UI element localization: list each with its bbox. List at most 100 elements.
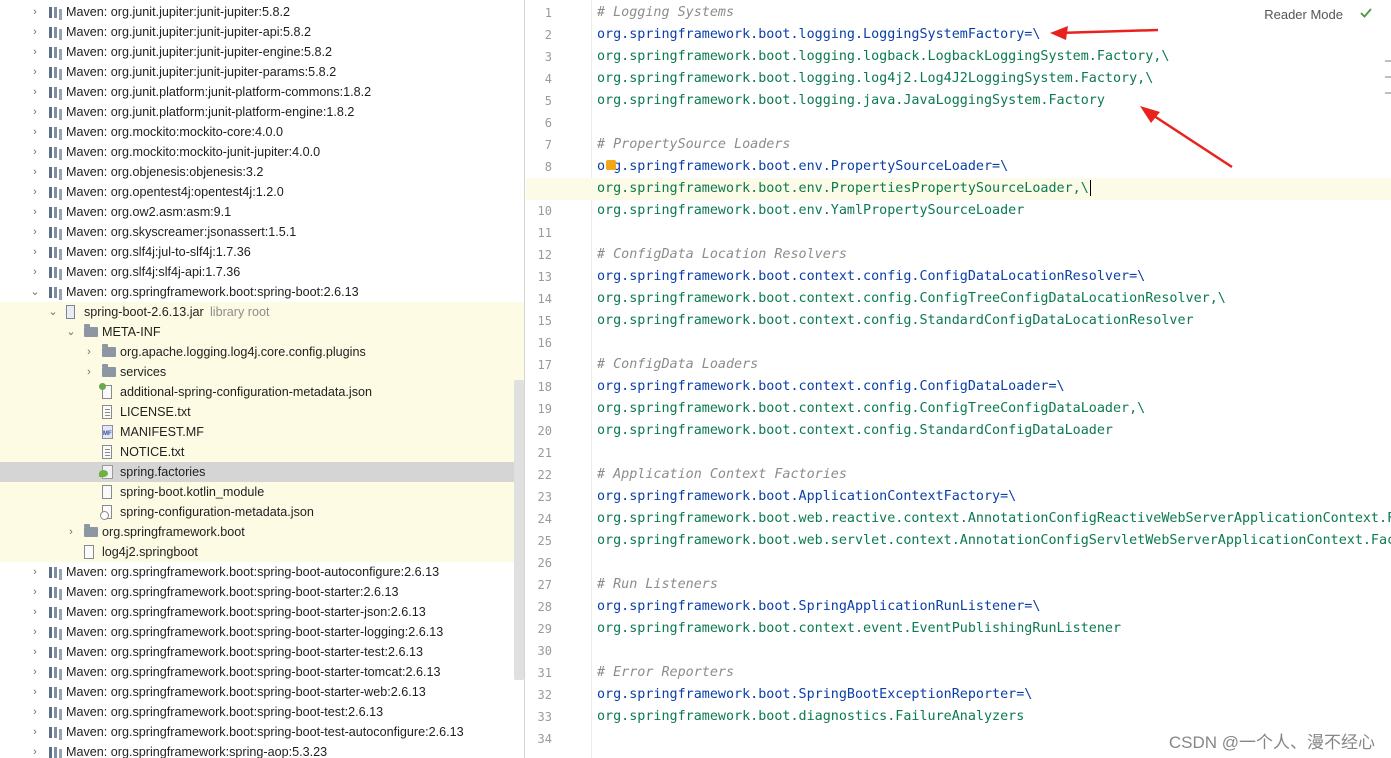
code-editor[interactable]: 1234567891011121314151617181920212223242…: [526, 0, 1391, 758]
chevron-right-icon[interactable]: ›: [30, 205, 40, 219]
code-line[interactable]: org.springframework.boot.diagnostics.Fai…: [526, 706, 1391, 728]
code-line[interactable]: # Run Listeners: [526, 574, 1391, 596]
tree-row[interactable]: › Maven: org.springframework.boot:spring-…: [0, 602, 524, 622]
chevron-right-icon[interactable]: ›: [30, 725, 40, 739]
chevron-right-icon[interactable]: ›: [66, 525, 76, 539]
tree-row[interactable]: › Maven: org.objenesis:objenesis:3.2: [0, 162, 524, 182]
tree-row[interactable]: › Maven: org.junit.jupiter:junit-jupiter-…: [0, 62, 524, 82]
tree-row[interactable]: › Maven: org.junit.platform:junit-platfor…: [0, 82, 524, 102]
tree-row[interactable]: › Maven: org.junit.jupiter:junit-jupiter-…: [0, 22, 524, 42]
chevron-right-icon[interactable]: ›: [30, 265, 40, 279]
tree-row[interactable]: › Maven: org.mockito:mockito-junit-jupite…: [0, 142, 524, 162]
chevron-right-icon[interactable]: ›: [30, 585, 40, 599]
tree-row[interactable]: › Maven: org.springframework.boot:spring-…: [0, 642, 524, 662]
chevron-right-icon[interactable]: ›: [30, 185, 40, 199]
chevron-right-icon[interactable]: ›: [30, 565, 40, 579]
project-tree[interactable]: › Maven: org.junit.jupiter:junit-jupiter:…: [0, 0, 525, 758]
code-line[interactable]: org.springframework.boot.logging.logback…: [526, 46, 1391, 68]
code-line[interactable]: org.springframework.boot.env.PropertySou…: [526, 156, 1391, 178]
tree-row[interactable]: › Maven: org.slf4j:slf4j-api:1.7.36: [0, 262, 524, 282]
tree-row[interactable]: › Maven: org.springframework.boot:spring-…: [0, 702, 524, 722]
tree-row[interactable]: ⌄ spring-boot-2.6.13.jar library root: [0, 302, 524, 322]
tree-row[interactable]: spring-boot.kotlin_module: [0, 482, 524, 502]
chevron-right-icon[interactable]: ›: [30, 45, 40, 59]
code-line[interactable]: [526, 112, 1391, 134]
tree-row[interactable]: spring.factories: [0, 462, 524, 482]
reader-mode-toggle[interactable]: Reader Mode: [1264, 6, 1343, 24]
tree-row[interactable]: › Maven: org.springframework.boot:spring-…: [0, 562, 524, 582]
code-line[interactable]: org.springframework.boot.ApplicationCont…: [526, 486, 1391, 508]
code-line[interactable]: org.springframework.boot.SpringBootExcep…: [526, 684, 1391, 706]
tree-row[interactable]: › services: [0, 362, 524, 382]
chevron-right-icon[interactable]: ›: [30, 225, 40, 239]
chevron-right-icon[interactable]: ›: [30, 645, 40, 659]
tree-row[interactable]: additional-spring-configuration-metadata…: [0, 382, 524, 402]
chevron-right-icon[interactable]: ›: [30, 685, 40, 699]
tree-row[interactable]: › Maven: org.opentest4j:opentest4j:1.2.0: [0, 182, 524, 202]
tree-row[interactable]: › Maven: org.junit.jupiter:junit-jupiter:…: [0, 2, 524, 22]
code-line[interactable]: [526, 552, 1391, 574]
code-line[interactable]: org.springframework.boot.env.PropertiesP…: [526, 178, 1391, 200]
tree-row[interactable]: › Maven: org.springframework.boot:spring-…: [0, 682, 524, 702]
tree-row[interactable]: › org.apache.logging.log4j.core.config.pl…: [0, 342, 524, 362]
chevron-right-icon[interactable]: ›: [30, 65, 40, 79]
code-line[interactable]: org.springframework.boot.web.reactive.co…: [526, 508, 1391, 530]
code-line[interactable]: org.springframework.boot.env.YamlPropert…: [526, 200, 1391, 222]
tree-row[interactable]: › Maven: org.skyscreamer:jsonassert:1.5.1: [0, 222, 524, 242]
tree-row[interactable]: › org.springframework.boot: [0, 522, 524, 542]
chevron-right-icon[interactable]: ›: [30, 145, 40, 159]
tree-row[interactable]: › Maven: org.ow2.asm:asm:9.1: [0, 202, 524, 222]
intention-bulb-icon[interactable]: [606, 160, 616, 170]
chevron-right-icon[interactable]: ›: [30, 25, 40, 39]
chevron-right-icon[interactable]: ›: [84, 345, 94, 359]
tree-row[interactable]: NOTICE.txt: [0, 442, 524, 462]
code-line[interactable]: [526, 222, 1391, 244]
code-line[interactable]: org.springframework.boot.logging.log4j2.…: [526, 68, 1391, 90]
tree-row[interactable]: › Maven: org.slf4j:jul-to-slf4j:1.7.36: [0, 242, 524, 262]
code-line[interactable]: org.springframework.boot.context.config.…: [526, 420, 1391, 442]
code-line[interactable]: # Logging Systems: [526, 2, 1391, 24]
tree-row[interactable]: › Maven: org.springframework.boot:spring-…: [0, 722, 524, 742]
tree-row[interactable]: › Maven: org.junit.jupiter:junit-jupiter-…: [0, 42, 524, 62]
chevron-right-icon[interactable]: ›: [30, 105, 40, 119]
code-line[interactable]: org.springframework.boot.logging.Logging…: [526, 24, 1391, 46]
chevron-right-icon[interactable]: ›: [30, 245, 40, 259]
chevron-down-icon[interactable]: ⌄: [30, 285, 40, 299]
code-line[interactable]: [526, 640, 1391, 662]
chevron-right-icon[interactable]: ›: [30, 5, 40, 19]
chevron-right-icon[interactable]: ›: [30, 165, 40, 179]
chevron-right-icon[interactable]: ›: [30, 745, 40, 758]
chevron-right-icon[interactable]: ›: [30, 85, 40, 99]
code-line[interactable]: org.springframework.boot.context.config.…: [526, 266, 1391, 288]
tree-row[interactable]: › Maven: org.junit.platform:junit-platfor…: [0, 102, 524, 122]
code-line[interactable]: org.springframework.boot.context.config.…: [526, 376, 1391, 398]
code-line[interactable]: [526, 332, 1391, 354]
tree-scrollbar[interactable]: [514, 380, 524, 680]
chevron-right-icon[interactable]: ›: [84, 365, 94, 379]
code-line[interactable]: org.springframework.boot.SpringApplicati…: [526, 596, 1391, 618]
code-line[interactable]: org.springframework.boot.context.config.…: [526, 398, 1391, 420]
chevron-right-icon[interactable]: ›: [30, 665, 40, 679]
code-line[interactable]: # PropertySource Loaders: [526, 134, 1391, 156]
code-line[interactable]: org.springframework.boot.context.config.…: [526, 310, 1391, 332]
chevron-right-icon[interactable]: ›: [30, 125, 40, 139]
tree-row[interactable]: › Maven: org.springframework.boot:spring-…: [0, 582, 524, 602]
tree-row[interactable]: log4j2.springboot: [0, 542, 524, 562]
code-line[interactable]: org.springframework.boot.context.config.…: [526, 288, 1391, 310]
tree-row[interactable]: › Maven: org.mockito:mockito-core:4.0.0: [0, 122, 524, 142]
tree-row[interactable]: MANIFEST.MF: [0, 422, 524, 442]
tree-row[interactable]: ⌄ META-INF: [0, 322, 524, 342]
tree-row[interactable]: LICENSE.txt: [0, 402, 524, 422]
chevron-right-icon[interactable]: ›: [30, 705, 40, 719]
chevron-right-icon[interactable]: ›: [30, 625, 40, 639]
code-line[interactable]: # Error Reporters: [526, 662, 1391, 684]
tree-row[interactable]: ⌄ Maven: org.springframework.boot:spring-…: [0, 282, 524, 302]
code-line[interactable]: [526, 442, 1391, 464]
tree-row[interactable]: › Maven: org.springframework:spring-aop:5…: [0, 742, 524, 758]
code-line[interactable]: # ConfigData Location Resolvers: [526, 244, 1391, 266]
code-line[interactable]: org.springframework.boot.context.event.E…: [526, 618, 1391, 640]
chevron-down-icon[interactable]: ⌄: [48, 305, 58, 319]
code-line[interactable]: org.springframework.boot.web.servlet.con…: [526, 530, 1391, 552]
code-line[interactable]: org.springframework.boot.logging.java.Ja…: [526, 90, 1391, 112]
tree-row[interactable]: › Maven: org.springframework.boot:spring-…: [0, 662, 524, 682]
